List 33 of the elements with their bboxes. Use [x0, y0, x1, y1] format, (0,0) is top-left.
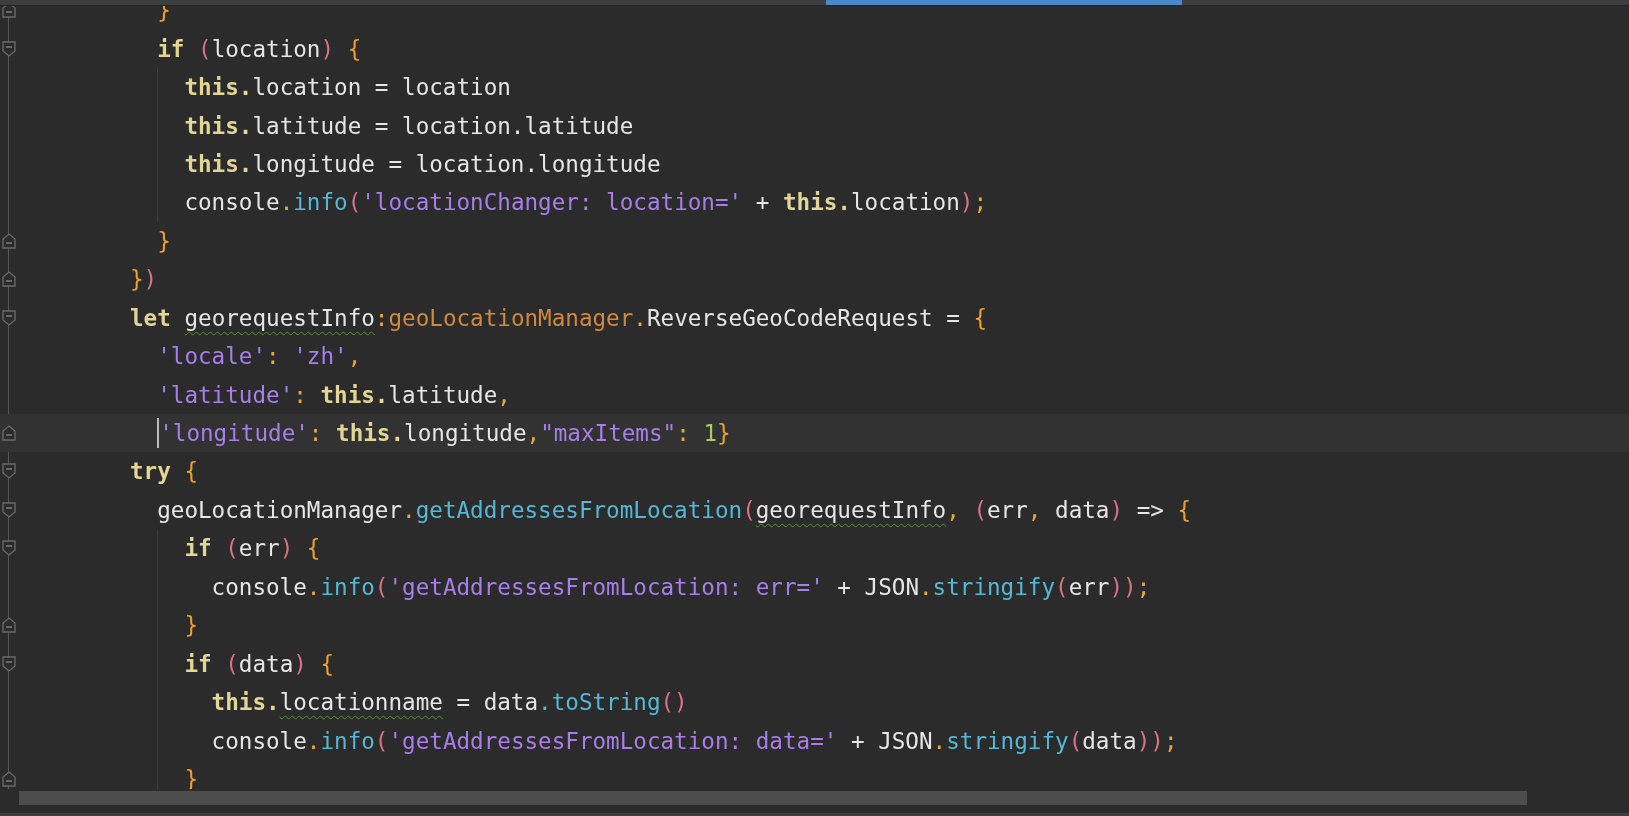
code-line: this.latitude = location.latitude	[184, 112, 634, 139]
code-line: console.info('getAddressesFromLocation: data=' + JSON.stringify(data));	[211, 727, 1178, 754]
code-line: console.info('getAddressesFromLocation: err=' + JSON.stringify(err));	[211, 573, 1151, 600]
fold-icon[interactable]	[2, 40, 16, 57]
fold-icon[interactable]	[2, 501, 16, 518]
code-line: })	[130, 266, 158, 293]
code-line: }	[157, 227, 171, 254]
scrollbar[interactable]	[19, 791, 1527, 805]
code-line: 'longitude': this.longitude,"maxItems": 1}	[159, 420, 731, 447]
code-line: if (err) {	[184, 535, 321, 562]
code-line: console.info('locationChanger: location=' + this.location);	[184, 189, 987, 216]
fold-icon[interactable]	[2, 463, 16, 480]
scroll-thumb[interactable]	[826, 0, 1182, 5]
fold-end-icon[interactable]	[2, 770, 16, 787]
code-line: let georequestInfo:geoLocationManager.ReverseGeoCodeRequest = {	[130, 304, 987, 331]
fold-icon[interactable]	[2, 655, 16, 672]
code-line: this.locationname = data.toString()	[211, 689, 688, 716]
code-line: this.longitude = location.longitude	[184, 150, 661, 177]
code-line: 'locale': 'zh',	[157, 343, 362, 370]
text-cursor	[157, 418, 160, 449]
code-line: geoLocationManager.getAddressesFromLocation(georequestInfo, (err, data) => {	[157, 496, 1192, 523]
code-line: if (location) {	[157, 35, 362, 62]
fold-end-icon[interactable]	[2, 271, 16, 288]
fold-icon[interactable]	[2, 309, 16, 326]
code-line: }	[184, 612, 198, 639]
code-line: try {	[130, 458, 199, 485]
fold-end-icon[interactable]	[2, 232, 16, 249]
fold-icon[interactable]	[2, 540, 16, 557]
code-line: 'latitude': this.latitude,	[157, 381, 511, 408]
code-line: if (data) {	[184, 650, 335, 677]
fold-end-icon[interactable]	[2, 425, 16, 442]
fold-end-icon[interactable]	[2, 617, 16, 634]
code-line: this.location = location	[184, 74, 511, 101]
